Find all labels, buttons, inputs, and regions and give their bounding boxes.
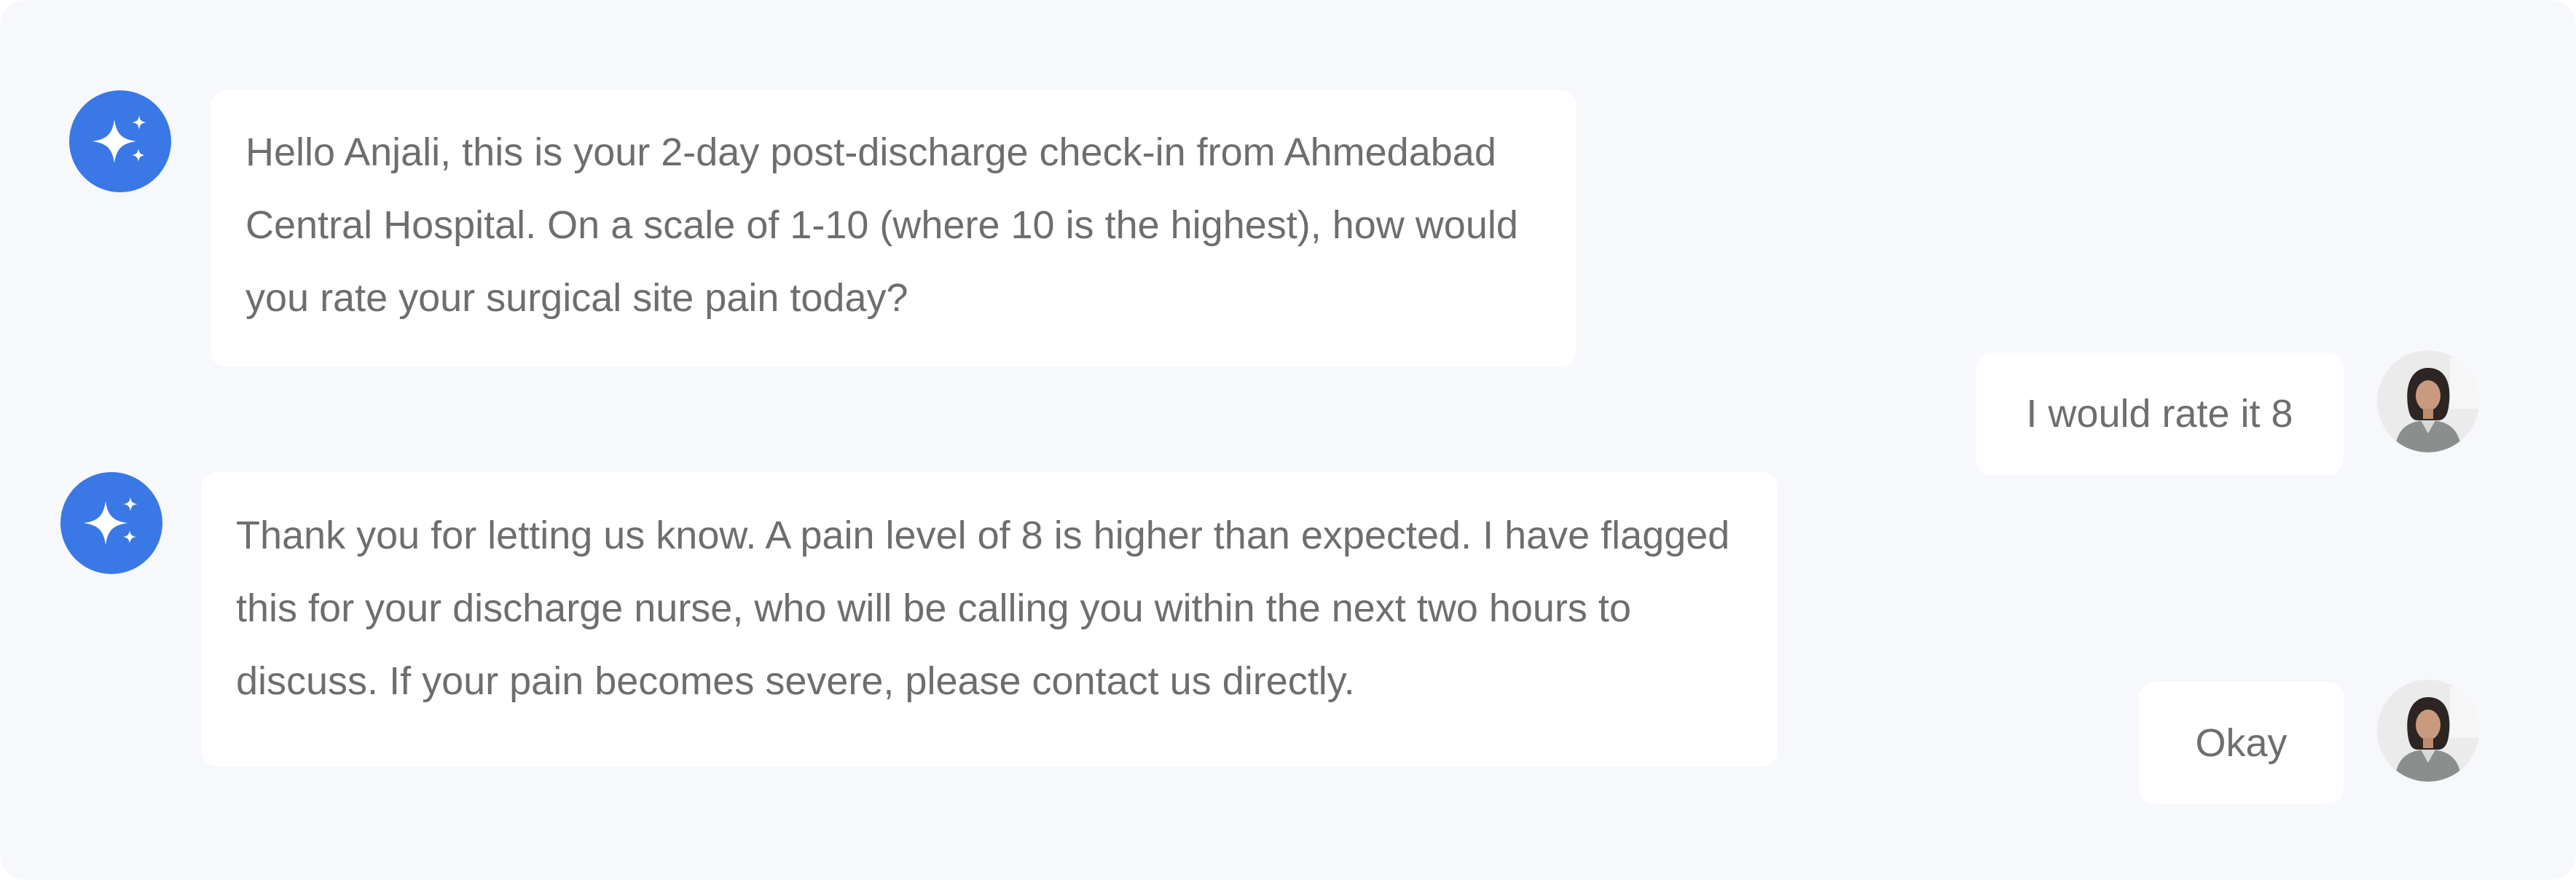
sparkle-icon bbox=[93, 115, 146, 163]
user-message-text: Okay bbox=[2195, 721, 2288, 765]
assistant-avatar bbox=[60, 472, 162, 574]
assistant-message-bubble: Hello Anjali, this is your 2-day post-di… bbox=[211, 90, 1576, 367]
user-message-bubble: Okay bbox=[2139, 682, 2344, 804]
user-message-text: I would rate it 8 bbox=[2026, 392, 2293, 436]
assistant-message-text: Thank you for letting us know. A pain le… bbox=[236, 514, 1730, 703]
user-message-bubble: I would rate it 8 bbox=[1976, 353, 2344, 475]
chat-panel: Hello Anjali, this is your 2-day post-di… bbox=[0, 0, 2576, 880]
sparkle-icon bbox=[84, 497, 138, 545]
user-avatar bbox=[2377, 350, 2479, 452]
user-avatar-image bbox=[2377, 680, 2479, 782]
assistant-avatar bbox=[69, 90, 171, 192]
user-avatar-image bbox=[2377, 350, 2479, 452]
user-avatar bbox=[2377, 680, 2479, 782]
assistant-message-bubble: Thank you for letting us know. A pain le… bbox=[201, 472, 1778, 766]
assistant-message-text: Hello Anjali, this is your 2-day post-di… bbox=[246, 130, 1518, 320]
